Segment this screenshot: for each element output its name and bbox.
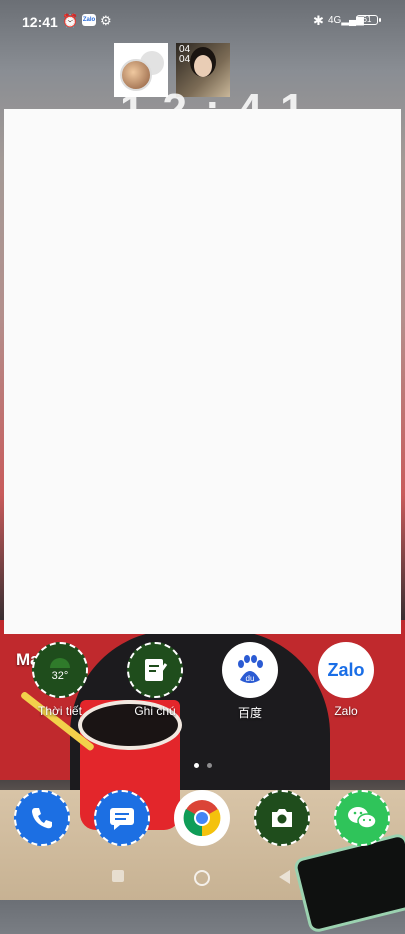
network-type: 4G	[328, 15, 342, 26]
blank-overlay-panel[interactable]	[4, 109, 401, 634]
notes-icon	[127, 642, 183, 698]
battery-icon: 61	[356, 15, 381, 25]
photo-date: 04 04	[179, 45, 190, 65]
page-dot	[207, 763, 213, 768]
app-label: 百度	[237, 706, 262, 720]
photo-person	[194, 55, 212, 77]
app-baidu[interactable]: du 百度	[220, 642, 280, 721]
app-label: Ghi chú	[134, 704, 176, 718]
photo-date-line2: 04	[179, 54, 191, 65]
app-zalo[interactable]: Zalo Zalo	[316, 642, 376, 718]
sun-shape	[50, 658, 70, 668]
navigation-bar	[0, 860, 405, 900]
app-notes[interactable]: Ghi chú	[125, 642, 185, 718]
dock-phone[interactable]	[14, 790, 70, 846]
dock-wechat[interactable]	[334, 790, 390, 846]
recents-button[interactable]	[112, 870, 124, 882]
weather-temp: 32°	[51, 670, 69, 682]
dock-chrome[interactable]	[174, 790, 230, 846]
zalo-notification-icon: Zalo	[82, 14, 96, 26]
app-label: Thời tiết	[38, 704, 82, 718]
zalo-icon: Zalo	[318, 642, 374, 698]
status-time: 12:41	[22, 14, 58, 30]
gear-icon: ⚙	[100, 13, 112, 28]
phone-icon	[14, 790, 70, 846]
home-button[interactable]	[194, 870, 210, 886]
baidu-icon: du	[222, 642, 278, 698]
bluetooth-icon: ✱	[313, 13, 324, 28]
chrome-icon	[174, 790, 230, 846]
dock-camera[interactable]	[254, 790, 310, 846]
camera-icon	[254, 790, 310, 846]
status-bar: 12:41 ⏰ Zalo ⚙ ✱ 4G▂▄▆ 61	[0, 0, 405, 44]
page-dot-active	[194, 763, 199, 768]
page-indicator	[192, 755, 214, 773]
back-button[interactable]	[279, 870, 290, 884]
messages-icon	[94, 790, 150, 846]
app-label: Zalo	[334, 704, 358, 718]
dock-messages[interactable]	[94, 790, 150, 846]
app-weather[interactable]: 32° Thời tiết	[30, 642, 90, 718]
wechat-icon	[334, 790, 390, 846]
alarm-icon: ⏰	[62, 13, 79, 28]
weather-icon: 32°	[32, 642, 88, 698]
svg-text:du: du	[246, 674, 255, 683]
